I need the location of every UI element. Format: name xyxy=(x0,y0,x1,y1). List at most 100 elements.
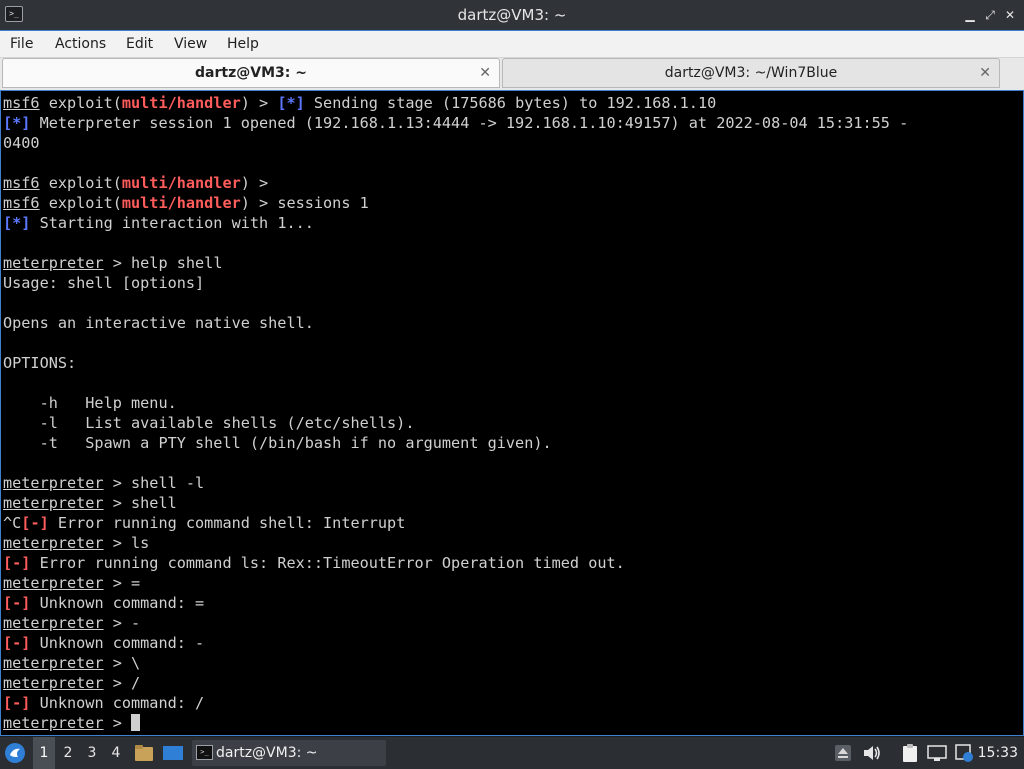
terminal-text: [*] xyxy=(3,214,31,232)
terminal-text: multi/handler xyxy=(121,194,241,212)
terminal-line: meterpreter > shell -l xyxy=(3,473,908,493)
menu-actions[interactable]: Actions xyxy=(55,31,106,57)
tab-bar: dartz@VM3: ~ ✕ dartz@VM3: ~/Win7Blue ✕ xyxy=(0,58,1024,90)
task-label: dartz@VM3: ~ xyxy=(216,745,318,761)
terminal-output[interactable]: msf6 exploit(multi/handler) > [*] Sendin… xyxy=(0,90,1024,736)
terminal-line: Opens an interactive native shell. xyxy=(3,313,908,333)
terminal-text: Unknown command: = xyxy=(30,594,205,612)
terminal-text: -t Spawn a PTY shell (/bin/bash if no ar… xyxy=(3,434,552,452)
terminal-text: Opens an interactive native shell. xyxy=(3,314,314,332)
workspace-2[interactable]: 2 xyxy=(57,737,79,769)
workspace-3[interactable]: 3 xyxy=(81,737,103,769)
network-wired-icon[interactable] xyxy=(926,744,948,762)
terminal-text: meterpreter xyxy=(3,674,104,692)
terminal-line: [*] Starting interaction with 1... xyxy=(3,213,908,233)
terminal-line: Usage: shell [options] xyxy=(3,273,908,293)
close-icon[interactable]: ✕ xyxy=(1001,6,1019,24)
terminal-cursor xyxy=(131,714,141,731)
tab-win7blue[interactable]: dartz@VM3: ~/Win7Blue ✕ xyxy=(502,58,1000,88)
update-notifier-icon[interactable] xyxy=(954,743,974,763)
menu-edit[interactable]: Edit xyxy=(126,31,153,57)
terminal-text: > shell xyxy=(103,494,177,512)
terminal-text: [-] xyxy=(3,554,31,572)
terminal-line: -t Spawn a PTY shell (/bin/bash if no ar… xyxy=(3,433,908,453)
terminal-line: msf6 exploit(multi/handler) > xyxy=(3,173,908,193)
tab-label: dartz@VM3: ~ xyxy=(195,65,307,81)
terminal-line: [-] Error running command ls: Rex::Timeo… xyxy=(3,553,908,573)
terminal-text: Error running command ls: Rex::TimeoutEr… xyxy=(30,554,625,572)
app-menu-icon[interactable] xyxy=(4,742,26,764)
tab-home[interactable]: dartz@VM3: ~ ✕ xyxy=(2,58,500,88)
terminal-text: msf6 xyxy=(3,194,40,212)
terminal-text: exploit( xyxy=(39,94,122,112)
terminal-text: > \ xyxy=(103,654,141,672)
eject-icon[interactable] xyxy=(834,744,852,762)
terminal-text: multi/handler xyxy=(121,174,241,192)
terminal-text: meterpreter xyxy=(3,474,104,492)
tab-close-icon[interactable]: ✕ xyxy=(979,59,991,87)
terminal-text: OPTIONS: xyxy=(3,354,77,372)
terminal-text: meterpreter xyxy=(3,254,104,272)
terminal-text: Meterpreter session 1 opened (192.168.1.… xyxy=(30,114,909,132)
menu-view[interactable]: View xyxy=(174,31,207,57)
terminal-text: -l List available shells (/etc/shells). xyxy=(3,414,415,432)
volume-icon[interactable] xyxy=(862,744,882,762)
terminal-line: ^C[-] Error running command shell: Inter… xyxy=(3,513,908,533)
terminal-text: Sending stage (175686 bytes) to 192.168.… xyxy=(304,94,717,112)
terminal-text: exploit( xyxy=(39,194,122,212)
terminal-text: [-] xyxy=(21,514,49,532)
terminal-text: ) > sessions 1 xyxy=(240,194,369,212)
terminal-line: meterpreter > \ xyxy=(3,653,908,673)
terminal-icon: >_ xyxy=(196,745,213,760)
menu-help[interactable]: Help xyxy=(227,31,259,57)
terminal-text: Unknown command: / xyxy=(30,694,205,712)
terminal-line: meterpreter > = xyxy=(3,573,908,593)
terminal-text: -h Help menu. xyxy=(3,394,177,412)
terminal-text: Error running command shell: Interrupt xyxy=(48,514,406,532)
terminal-text: meterpreter xyxy=(3,494,104,512)
terminal-text: Unknown command: - xyxy=(30,634,205,652)
terminal-text: meterpreter xyxy=(3,574,104,592)
terminal-text: 0400 xyxy=(3,134,40,152)
terminal-text: [-] xyxy=(3,594,31,612)
workspace-1[interactable]: 1 xyxy=(33,737,55,769)
terminal-text: > xyxy=(103,714,132,732)
terminal-line: meterpreter > ls xyxy=(3,533,908,553)
maximize-icon[interactable]: ⤢ xyxy=(981,6,999,24)
file-manager-icon[interactable] xyxy=(134,744,154,762)
menu-file[interactable]: File xyxy=(10,31,33,57)
terminal-text: multi/handler xyxy=(121,94,241,112)
tab-label: dartz@VM3: ~/Win7Blue xyxy=(664,65,838,81)
taskbar: 1 2 3 4 >_ dartz@VM3: ~ 15:33 xyxy=(0,736,1024,769)
show-desktop-icon[interactable] xyxy=(162,744,184,762)
terminal-text: [*] xyxy=(277,94,305,112)
taskbar-task-terminal[interactable]: >_ dartz@VM3: ~ xyxy=(192,740,386,766)
terminal-lines: msf6 exploit(multi/handler) > [*] Sendin… xyxy=(3,93,908,733)
terminal-line: [-] Unknown command: / xyxy=(3,693,908,713)
terminal-text: [*] xyxy=(3,114,31,132)
terminal-text: [-] xyxy=(3,694,31,712)
clipboard-icon[interactable] xyxy=(900,743,920,763)
terminal-line: meterpreter > help shell xyxy=(3,253,908,273)
terminal-line: msf6 exploit(multi/handler) > [*] Sendin… xyxy=(3,93,908,113)
terminal-text: meterpreter xyxy=(3,654,104,672)
window-titlebar: >_ dartz@VM3: ~ ▁ ⤢ ✕ xyxy=(0,0,1024,31)
window-title: dartz@VM3: ~ xyxy=(457,6,567,24)
terminal-text: > / xyxy=(103,674,141,692)
terminal-text: ) > xyxy=(240,174,269,192)
minimize-icon[interactable]: ▁ xyxy=(961,6,979,24)
terminal-text: ) > xyxy=(240,94,278,112)
workspace-4[interactable]: 4 xyxy=(105,737,127,769)
terminal-text: ^C xyxy=(3,514,22,532)
terminal-text: > = xyxy=(103,574,141,592)
terminal-line: msf6 exploit(multi/handler) > sessions 1 xyxy=(3,193,908,213)
terminal-text: > ls xyxy=(103,534,150,552)
terminal-text: msf6 xyxy=(3,174,40,192)
tab-close-icon[interactable]: ✕ xyxy=(479,59,491,87)
clock: 15:33 xyxy=(977,745,1018,761)
terminal-line: [-] Unknown command: - xyxy=(3,633,908,653)
terminal-text: > - xyxy=(103,614,141,632)
